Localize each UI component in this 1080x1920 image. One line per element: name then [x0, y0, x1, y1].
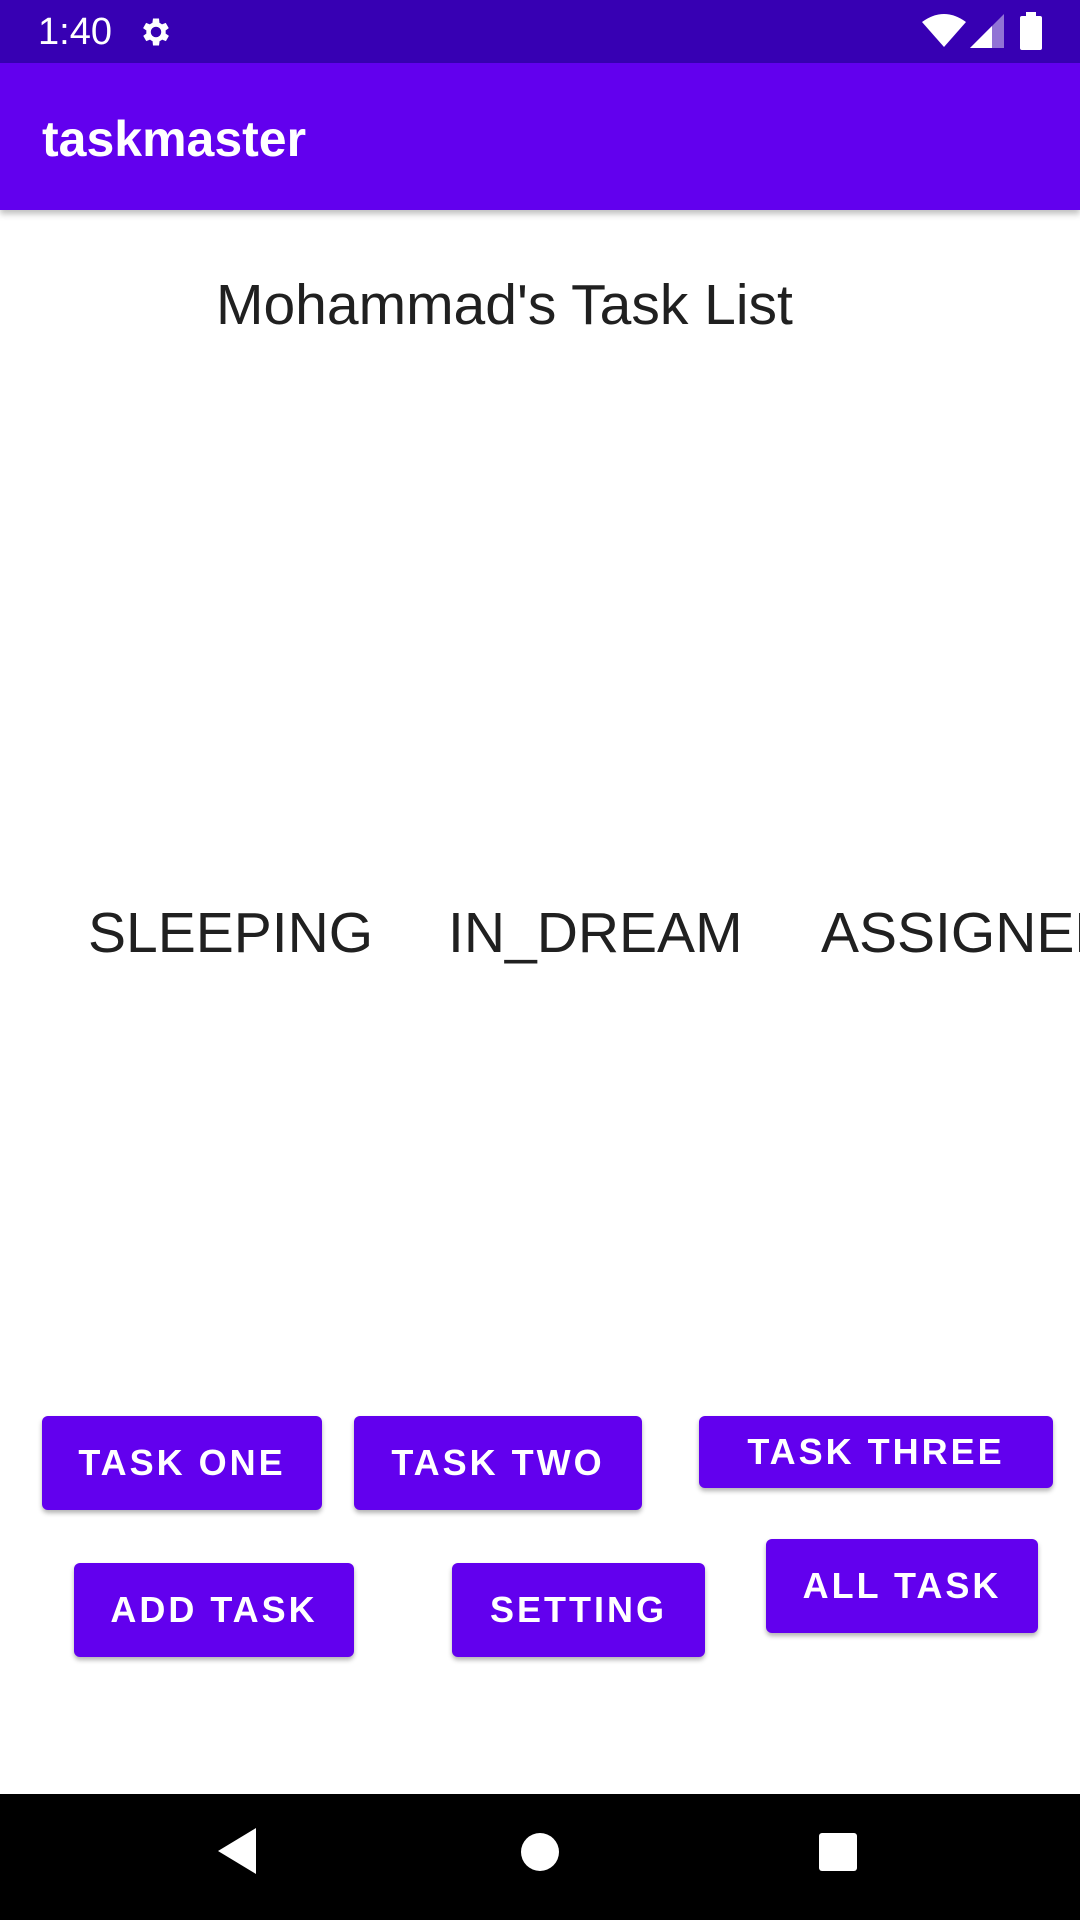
screen: 1:40 taskmaster Mohammad's Task List SLE…: [0, 0, 1080, 1920]
recents-icon[interactable]: [818, 1832, 858, 1872]
status-time: 1:40: [38, 11, 112, 53]
setting-button[interactable]: SETTING: [452, 1563, 705, 1657]
status-label-sleeping: SLEEPING: [88, 901, 374, 965]
status-label-in-dream: IN_DREAM: [448, 901, 743, 965]
status-label-assigned: ASSIGNED: [821, 901, 1080, 965]
signal-icon: [970, 14, 1004, 48]
app-title: taskmaster: [42, 111, 307, 167]
home-icon[interactable]: [520, 1832, 560, 1872]
wifi-icon: [922, 14, 966, 47]
task-two-button[interactable]: TASK TWO: [354, 1416, 642, 1510]
add-task-button[interactable]: ADD TASK: [74, 1563, 354, 1657]
back-icon[interactable]: [216, 1826, 260, 1876]
page-title: Mohammad's Task List: [216, 273, 793, 337]
all-task-button[interactable]: ALL TASK: [766, 1539, 1038, 1633]
task-one-button[interactable]: TASK ONE: [42, 1416, 322, 1510]
gear-icon: [143, 18, 169, 46]
app-bar: taskmaster: [0, 63, 1080, 210]
status-bar: 1:40: [0, 0, 1080, 63]
battery-icon: [1020, 12, 1042, 50]
task-three-button[interactable]: TASK THREE: [699, 1416, 1053, 1488]
navigation-bar: [0, 1794, 1080, 1920]
